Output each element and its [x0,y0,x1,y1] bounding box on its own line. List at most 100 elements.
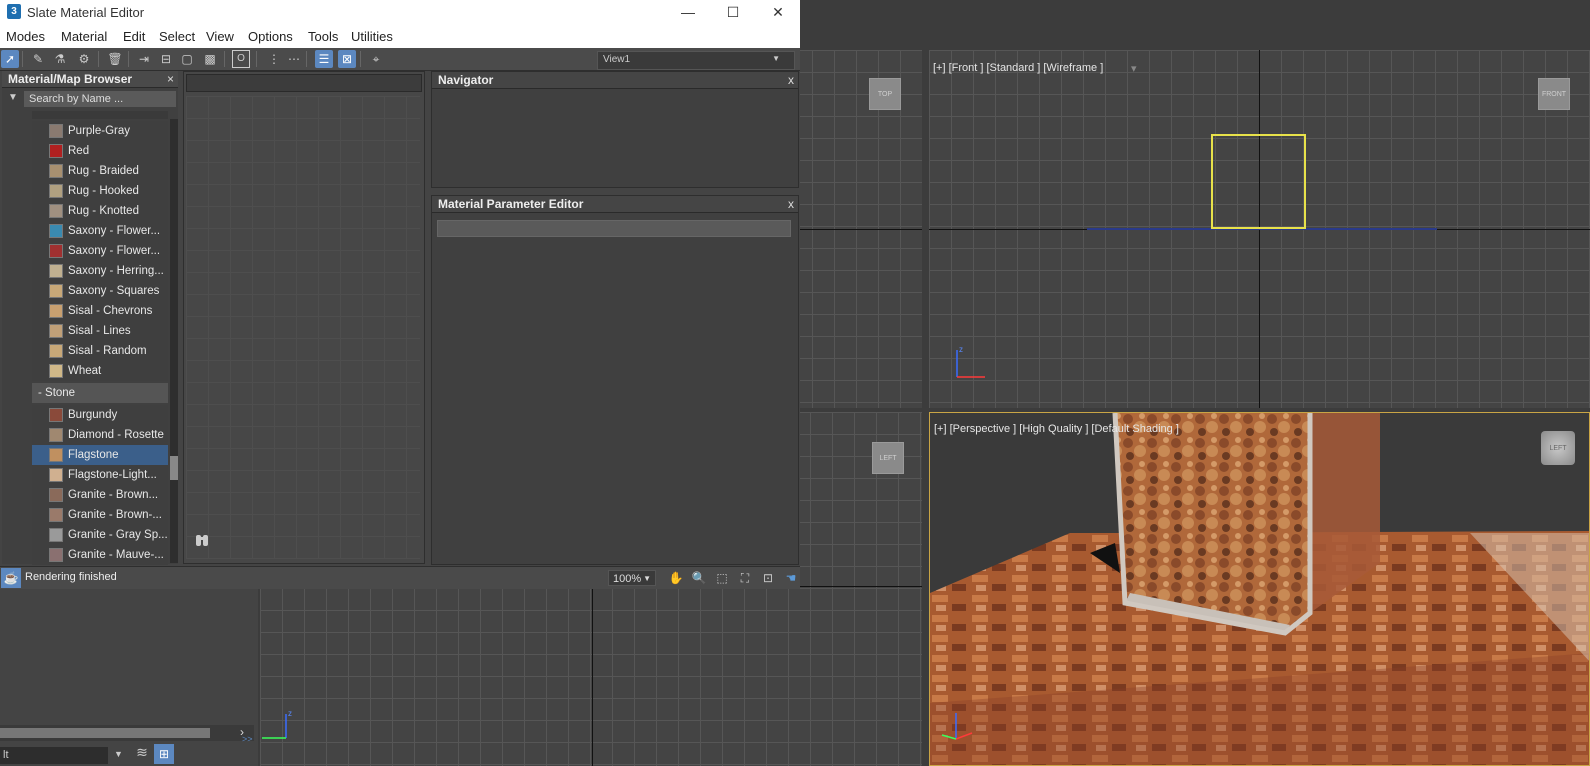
dropdown-arrow-icon[interactable]: ▼ [114,749,123,759]
navigator-close-icon[interactable]: x [788,72,794,89]
filter-icon[interactable]: ▾ [1131,62,1137,75]
node-canvas[interactable] [186,96,420,559]
zoom-selector[interactable]: 100% ▼ [608,570,656,586]
list-item[interactable]: Flagstone-Light... [32,465,168,485]
list-item[interactable]: Rug - Knotted [32,201,168,221]
collapse-toggle[interactable]: >> [242,734,253,744]
zoom-region-icon[interactable]: ⬚ [713,569,731,587]
pan-to-selected-icon[interactable]: ☚ [782,569,800,587]
mpe-header: Material Parameter Editor x [432,196,798,213]
material-swatch-icon [49,304,63,318]
list-item[interactable]: Purple-Gray [32,121,168,141]
list-item[interactable]: Flagstone [32,445,168,465]
material-swatch-icon [49,528,63,542]
browser-options-icon[interactable]: ▼ [8,92,18,103]
menu-select[interactable]: Select [159,29,195,44]
put-to-scene-icon[interactable]: ⚗ [51,50,69,68]
node-view[interactable] [183,71,425,564]
preview-icon[interactable]: O [232,50,250,68]
list-item[interactable]: Red [32,141,168,161]
material-swatch-icon [49,344,63,358]
list-item-label: Sisal - Chevrons [68,305,153,317]
toolbar-separator [360,51,361,67]
move-children-icon[interactable]: ⇥ [135,50,153,68]
layout-vertical-icon[interactable]: ⋮ [265,50,283,68]
scene-explorer-icon[interactable]: ⊞ [154,744,174,764]
material-swatch-icon [49,244,63,258]
menu-options[interactable]: Options [248,29,293,44]
menu-modes[interactable]: Modes [6,29,45,44]
list-item[interactable]: Sisal - Chevrons [32,301,168,321]
close-button[interactable]: ✕ [758,2,798,22]
select-by-material-icon[interactable]: ⌖ [367,50,385,68]
assign-to-selection-icon[interactable]: ⚙ [75,50,93,68]
maximize-button[interactable]: ☐ [713,2,753,22]
list-item-label: Wheat [68,365,102,377]
pan-hand-icon[interactable]: ✋ [667,569,685,587]
list-item[interactable]: Burgundy [32,405,168,425]
scrollbar-thumb[interactable] [170,456,178,480]
menu-edit[interactable]: Edit [123,29,145,44]
list-item[interactable]: Rug - Braided [32,161,168,181]
list-item[interactable]: Saxony - Flower... [32,221,168,241]
front-viewport-label[interactable]: [+] [Front ] [Standard ] [Wireframe ] [933,62,1103,74]
toggle-parameter-editor-icon[interactable]: ⊠ [338,50,356,68]
zoom-extents-icon[interactable]: ⛶ [736,569,754,587]
maxscript-listener-input[interactable]: lt [0,747,108,764]
list-item[interactable]: Saxony - Squares [32,281,168,301]
scrollbar-thumb[interactable] [0,728,210,738]
show-shaded-icon[interactable]: ▢ [178,50,196,68]
list-item[interactable]: Diamond - Rosette [32,425,168,445]
mpe-close-icon[interactable]: x [788,196,794,213]
toggle-browser-icon[interactable]: ☰ [315,50,333,68]
menu-tools[interactable]: Tools [308,29,338,44]
list-item-label: Rug - Hooked [68,185,139,197]
menu-utilities[interactable]: Utilities [351,29,393,44]
front-viewport[interactable]: [+] [Front ] [Standard ] [Wireframe ] ▾ … [929,50,1590,408]
material-swatch-icon [49,428,63,442]
viewcube-top[interactable]: TOP [869,78,901,110]
layers-icon[interactable]: ≋ [132,744,152,764]
viewcube-front[interactable]: FRONT [1538,78,1570,110]
material-swatch-icon [49,144,63,158]
view-tab-strip[interactable] [186,74,422,92]
top-viewport[interactable]: TOP [790,50,922,408]
viewcube-left[interactable]: LEFT [872,442,904,474]
zoom-icon[interactable]: 🔍 [690,569,708,587]
material-name-field[interactable] [437,220,791,237]
binoculars-icon[interactable] [194,532,212,550]
list-item[interactable]: Sisal - Lines [32,321,168,341]
menu-material[interactable]: Material [61,29,107,44]
horizontal-scrollbar[interactable]: › [0,725,254,741]
category-stone[interactable]: - Stone [32,383,168,403]
title-bar[interactable]: 3 Slate Material Editor — ☐ ✕ [0,0,800,24]
list-item[interactable]: Granite - Brown... [32,485,168,505]
list-item[interactable]: Sisal - Random [32,341,168,361]
list-item[interactable]: Granite - Brown-... [32,505,168,525]
perspective-viewport[interactable]: [+] [Perspective ] [High Quality ] [Defa… [929,412,1590,766]
layout-horizontal-icon[interactable]: ⋯ [285,50,303,68]
minimize-button[interactable]: — [668,2,708,22]
pick-material-icon[interactable]: ✎ [29,50,47,68]
view-selector[interactable]: View1 ▼ [597,51,795,70]
list-item[interactable]: Saxony - Flower... [32,241,168,261]
selected-box-wireframe[interactable] [1211,134,1306,229]
vertical-scrollbar[interactable] [170,119,178,563]
select-tool-icon[interactable]: ➚ [1,50,19,68]
list-item[interactable]: Wheat [32,361,168,381]
material-swatch-icon [49,164,63,178]
viewcube-perspective[interactable]: LEFT [1541,431,1575,465]
menu-view[interactable]: View [206,29,234,44]
hide-unused-slots-icon[interactable]: ⊟ [157,50,175,68]
close-icon[interactable]: × [167,71,174,88]
background-checker-icon[interactable]: ▩ [201,50,219,68]
material-swatch-icon [49,448,63,462]
list-item[interactable]: Rug - Hooked [32,181,168,201]
list-item[interactable]: Granite - Gray Sp... [32,525,168,545]
delete-icon[interactable]: 🗑 [106,50,124,68]
search-input[interactable]: Search by Name ... [24,91,176,107]
perspective-viewport-label[interactable]: [+] [Perspective ] [High Quality ] [Defa… [934,423,1179,435]
list-item[interactable]: Saxony - Herring... [32,261,168,281]
zoom-extents-selected-icon[interactable]: ⊡ [759,569,777,587]
list-item[interactable]: Granite - Mauve-... [32,545,168,565]
